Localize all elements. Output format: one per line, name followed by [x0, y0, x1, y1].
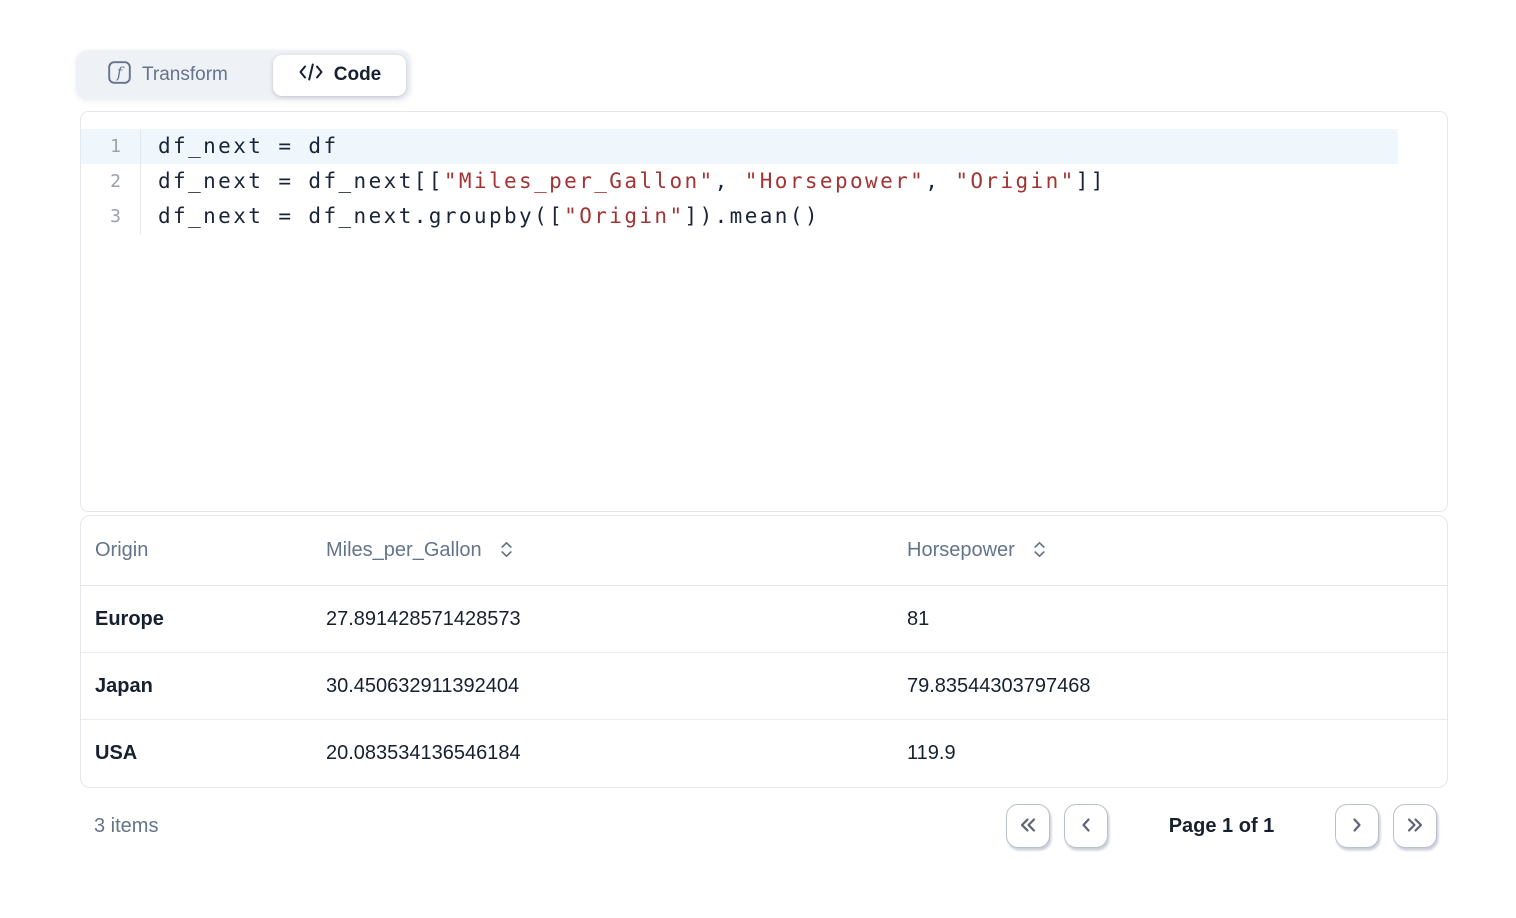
page-indicator: Page 1 of 1: [1122, 815, 1321, 838]
code-editor-lines: 1df_next = df2df_next = df_next[["Miles_…: [81, 129, 1447, 234]
svg-text:f: f: [116, 63, 125, 81]
next-page-button[interactable]: [1335, 804, 1379, 848]
tab-code-label: Code: [334, 64, 382, 86]
next-page-icon: [1346, 814, 1368, 839]
code-token-plain: df_next = df_next[[: [158, 169, 444, 193]
value-cell: 81: [893, 608, 1447, 631]
code-token-string: "Origin": [564, 204, 684, 228]
result-table: Origin Miles_per_Gallon Horsepower: [80, 515, 1448, 788]
column-header-label: Horsepower: [907, 539, 1015, 562]
column-header-miles-per-gallon: Miles_per_Gallon: [312, 539, 893, 562]
code-line[interactable]: df_next = df_next[["Miles_per_Gallon", "…: [141, 164, 1447, 199]
code-token-plain: ]]: [1076, 169, 1106, 193]
row-index-cell: Europe: [81, 608, 312, 631]
code-token-string: "Origin": [955, 169, 1075, 193]
first-page-icon: [1017, 814, 1039, 839]
line-number: 1: [81, 129, 141, 164]
view-switcher: f Transform Code: [76, 50, 411, 100]
pagination: Page 1 of 1: [1006, 804, 1437, 848]
code-token-plain: df_next = df_next.groupby([: [158, 204, 564, 228]
value-cell: 79.83544303797468: [893, 675, 1447, 698]
code-line[interactable]: df_next = df_next.groupby(["Origin"]).me…: [141, 199, 1447, 234]
items-count: 3 items: [94, 815, 158, 838]
editor-line[interactable]: 1 df_next = df: [81, 129, 1447, 164]
code-token-string: "Horsepower": [745, 169, 926, 193]
prev-page-icon: [1075, 814, 1097, 839]
value-cell: 30.450632911392404: [312, 675, 893, 698]
sort-up-down-icon: [500, 540, 513, 562]
code-token-plain: df_next = df: [158, 134, 339, 158]
code-editor[interactable]: 1df_next = df2df_next = df_next[["Miles_…: [80, 111, 1448, 512]
value-cell: 20.083534136546184: [312, 742, 893, 765]
line-number: 3: [81, 199, 141, 234]
column-header-label: Origin: [95, 539, 148, 562]
tab-transform[interactable]: f Transform: [76, 61, 228, 90]
sort-up-down-icon: [1033, 540, 1046, 562]
code-line[interactable]: df_next = df: [141, 129, 1447, 164]
table-row: USA20.083534136546184119.9: [81, 720, 1447, 787]
table-row: Japan30.45063291139240479.83544303797468: [81, 653, 1447, 720]
editor-line[interactable]: 2df_next = df_next[["Miles_per_Gallon", …: [81, 164, 1447, 199]
column-header-label: Miles_per_Gallon: [326, 539, 482, 562]
tab-code[interactable]: Code: [273, 55, 406, 96]
code-token-plain: ]).mean(): [685, 204, 820, 228]
sort-button-horsepower[interactable]: [1033, 540, 1046, 562]
editor-line[interactable]: 3df_next = df_next.groupby(["Origin"]).m…: [81, 199, 1447, 234]
line-number: 2: [81, 164, 141, 199]
value-cell: 27.891428571428573: [312, 608, 893, 631]
code-brackets-icon: [298, 62, 324, 88]
code-token-plain: ,: [715, 169, 745, 193]
code-token-string: "Miles_per_Gallon": [444, 169, 715, 193]
table-footer: 3 items Page 1 of 1: [80, 803, 1448, 849]
column-header-origin: Origin: [81, 539, 312, 562]
row-index-cell: Japan: [81, 675, 312, 698]
first-page-button[interactable]: [1006, 804, 1050, 848]
function-icon: f: [108, 61, 131, 90]
column-header-horsepower: Horsepower: [893, 539, 1447, 562]
value-cell: 119.9: [893, 742, 1447, 765]
last-page-button[interactable]: [1393, 804, 1437, 848]
row-index-cell: USA: [81, 742, 312, 765]
tab-transform-label: Transform: [142, 64, 228, 86]
code-token-plain: ,: [925, 169, 955, 193]
table-header-row: Origin Miles_per_Gallon Horsepower: [81, 516, 1447, 586]
last-page-icon: [1404, 814, 1426, 839]
table-row: Europe27.89142857142857381: [81, 586, 1447, 653]
table-body: Europe27.89142857142857381Japan30.450632…: [81, 586, 1447, 787]
sort-button-miles-per-gallon[interactable]: [500, 540, 513, 562]
prev-page-button[interactable]: [1064, 804, 1108, 848]
